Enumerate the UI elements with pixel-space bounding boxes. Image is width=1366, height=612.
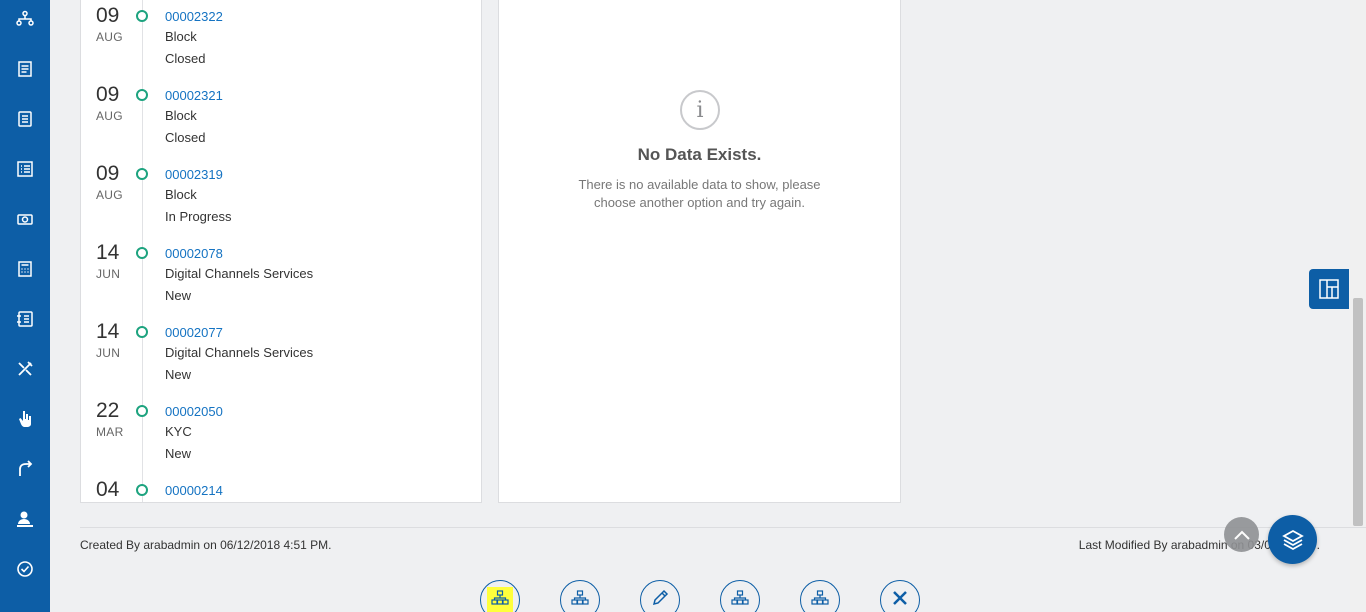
- footer-divider: [80, 527, 1366, 528]
- hierarchy-action-1[interactable]: [480, 580, 520, 612]
- request-status: Closed: [165, 130, 206, 145]
- request-id-link[interactable]: 00002078: [165, 246, 223, 261]
- request-id-link[interactable]: 00000214: [165, 483, 223, 498]
- hierarchy-action-2[interactable]: [560, 580, 600, 612]
- request-type: Digital Channels Services: [165, 266, 314, 281]
- org-chart-icon: [811, 590, 829, 605]
- document-icon[interactable]: [13, 57, 37, 81]
- timeline-day: 04: [96, 478, 120, 501]
- request-status: New: [165, 288, 192, 303]
- request-id-link[interactable]: 00002321: [165, 88, 223, 103]
- page-scrollbar[interactable]: [1350, 0, 1366, 612]
- user-desk-icon[interactable]: [13, 507, 37, 531]
- request-status: New: [165, 446, 192, 461]
- pencil-icon: [652, 589, 669, 606]
- notes-icon[interactable]: [13, 107, 37, 131]
- timeline-item: 09 AUG 00002321 Block Closed: [81, 83, 481, 163]
- request-type: Block: [165, 108, 197, 123]
- org-chart-icon: [491, 590, 509, 605]
- timeline-dot: [136, 168, 148, 180]
- check-circle-icon[interactable]: [13, 557, 37, 581]
- scrollbar-thumb[interactable]: [1353, 298, 1363, 526]
- request-status: Closed: [165, 51, 206, 66]
- empty-state-panel: i No Data Exists. There is no available …: [498, 0, 901, 503]
- timeline-day: 09: [96, 4, 120, 27]
- hierarchy-action-4[interactable]: [800, 580, 840, 612]
- close-icon: [893, 591, 907, 605]
- timeline-dot: [136, 405, 148, 417]
- info-icon: i: [680, 90, 720, 130]
- left-sidebar: [0, 0, 50, 612]
- hierarchy-action-3[interactable]: [720, 580, 760, 612]
- timeline-dot: [136, 10, 148, 22]
- org-chart-icon: [731, 590, 749, 605]
- chevron-up-icon: [1233, 530, 1250, 540]
- empty-state-message: There is no available data to show, plea…: [578, 177, 821, 210]
- org-chart-icon[interactable]: [13, 7, 37, 31]
- scroll-to-top-button[interactable]: [1224, 517, 1259, 552]
- timeline-month: MAR: [96, 425, 124, 439]
- request-type: Block: [165, 187, 197, 202]
- request-status: In Progress: [165, 209, 232, 224]
- timeline-day: 14: [96, 241, 120, 264]
- camera-icon[interactable]: [13, 207, 37, 231]
- checklist-icon[interactable]: [13, 307, 37, 331]
- timeline-item: 09 AUG 00002319 Block In Progress: [81, 162, 481, 242]
- timeline-month: AUG: [96, 109, 123, 123]
- calculator-icon[interactable]: [13, 257, 37, 281]
- request-type: Block: [165, 29, 197, 44]
- empty-state-title: No Data Exists.: [637, 145, 762, 164]
- timeline-dot: [136, 326, 148, 338]
- request-type: Digital Channels Services: [165, 345, 314, 360]
- layout-toggle-button[interactable]: [1309, 269, 1349, 309]
- created-by-text: Created By arabadmin on 06/12/2018 4:51 …: [80, 538, 332, 552]
- org-chart-icon: [571, 590, 589, 605]
- tools-icon[interactable]: [13, 357, 37, 381]
- timeline-panel: 09 AUG 00002322 Block Closed 09 AUG 00002321 Blo…: [80, 0, 482, 503]
- timeline-item: 09 AUG 00002322 Block Closed: [81, 4, 481, 84]
- request-id-link[interactable]: 00002322: [165, 9, 223, 24]
- route-icon[interactable]: [13, 457, 37, 481]
- edit-action[interactable]: [640, 580, 680, 612]
- timeline-day: 09: [96, 162, 120, 185]
- close-action[interactable]: [880, 580, 920, 612]
- timeline-month: AUG: [96, 188, 123, 202]
- timeline-day: 14: [96, 320, 120, 343]
- timeline-day: 09: [96, 83, 120, 106]
- timeline-item: 14 JUN 00002077 Digital Channels Services Ne…: [81, 320, 481, 400]
- request-id-link[interactable]: 00002319: [165, 167, 223, 182]
- timeline-month: JUN: [96, 346, 121, 360]
- timeline-item: 14 JUN 00002078 Digital Channels Services Ne…: [81, 241, 481, 321]
- timeline-dot: [136, 89, 148, 101]
- request-id-link[interactable]: 00002077: [165, 325, 223, 340]
- timeline-month: AUG: [96, 30, 123, 44]
- layout-icon: [1319, 279, 1339, 299]
- timeline-day: 22: [96, 399, 120, 422]
- hand-pointer-icon[interactable]: [13, 407, 37, 431]
- layers-button[interactable]: [1268, 515, 1317, 564]
- timeline-item: 04 00000214: [81, 478, 481, 502]
- timeline-month: JUN: [96, 267, 121, 281]
- list-icon[interactable]: [13, 157, 37, 181]
- request-type: KYC: [165, 424, 192, 439]
- timeline-dot: [136, 484, 148, 496]
- request-status: New: [165, 367, 192, 382]
- timeline-item: 22 MAR 00002050 KYC New: [81, 399, 481, 479]
- layers-icon: [1281, 529, 1304, 550]
- request-id-link[interactable]: 00002050: [165, 404, 223, 419]
- timeline-dot: [136, 247, 148, 259]
